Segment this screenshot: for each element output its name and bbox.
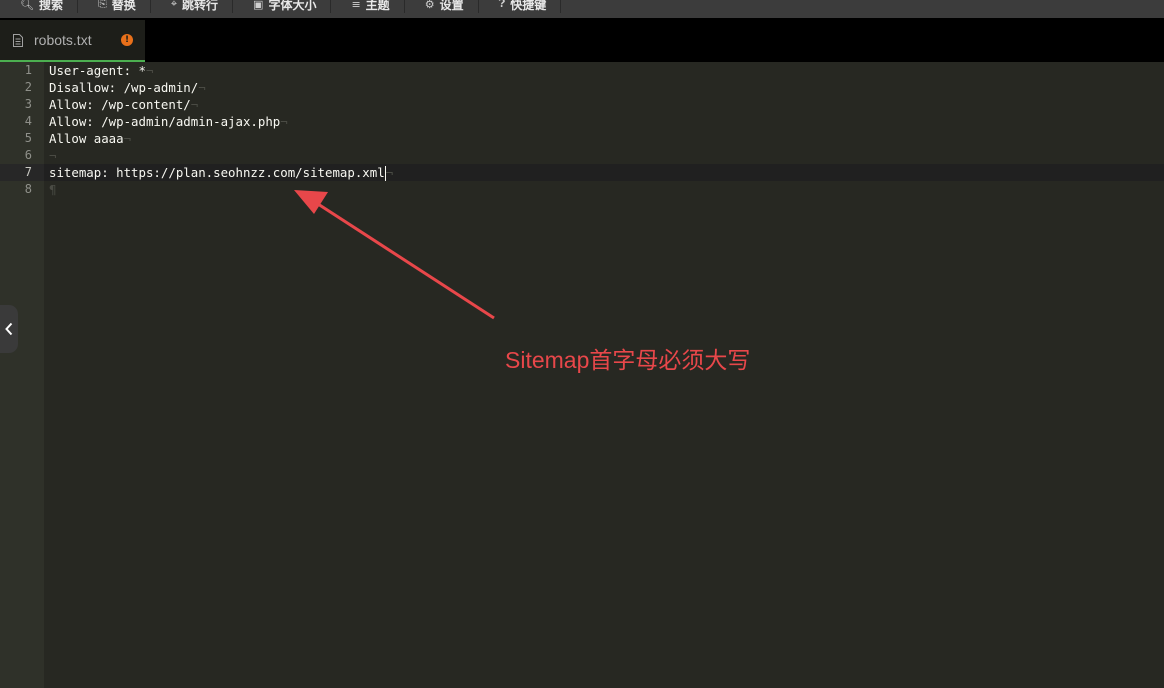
annotation-text: Sitemap首字母必须大写: [505, 347, 751, 373]
